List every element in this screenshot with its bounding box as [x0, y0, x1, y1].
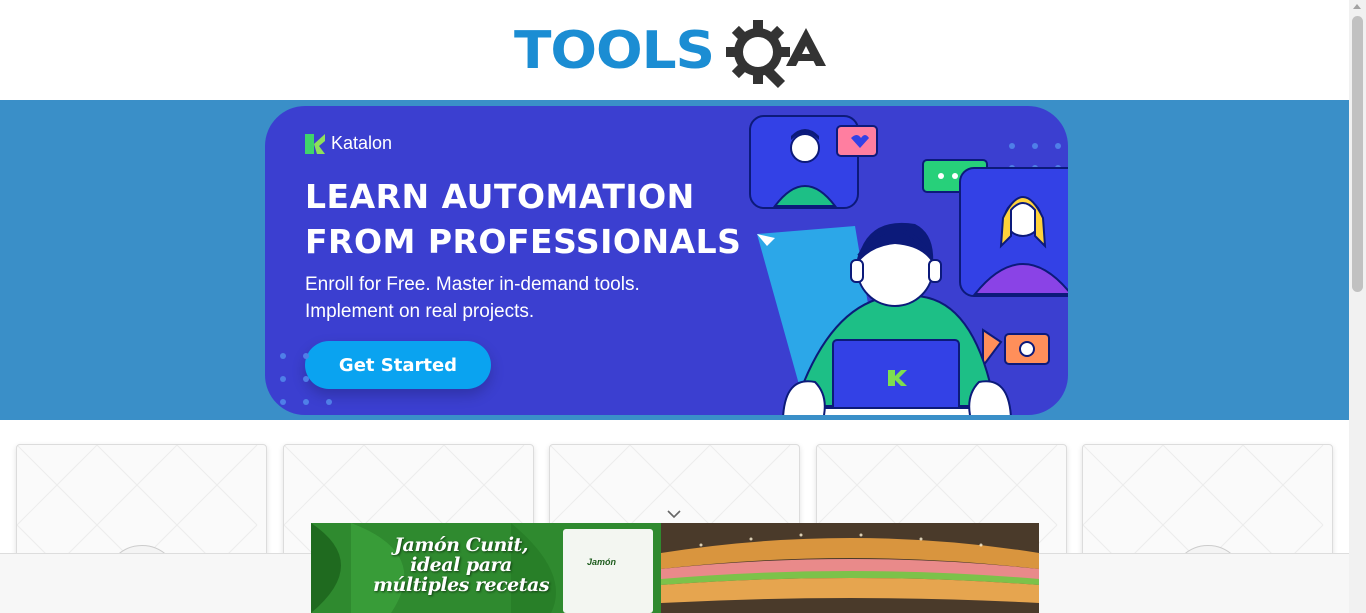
site-header: TOOLS — [0, 0, 1349, 100]
chevron-down-icon[interactable] — [666, 508, 682, 520]
katalon-brand-name: Katalon — [331, 133, 393, 153]
toolsqa-logo: TOOLS — [514, 20, 826, 89]
subtitle-line-1: Enroll for Free. Master in-demand tools. — [305, 274, 640, 295]
banner-illustration — [749, 115, 1068, 415]
page: TOOLS Katalon LEARN AUTOMATION FROM PROF… — [0, 0, 1366, 613]
ad-product-pack — [563, 529, 653, 613]
banner-subtitle: Enroll for Free. Master in-demand tools.… — [305, 271, 640, 325]
ad-line-3: múltiples recetas — [372, 574, 550, 596]
subtitle-line-2: Implement on real projects. — [305, 301, 535, 322]
katalon-banner[interactable]: Katalon LEARN AUTOMATION FROM PROFESSION… — [265, 106, 1068, 415]
gear-magnifier-icon — [726, 20, 790, 89]
ad-pack-label: Jamón — [587, 557, 617, 567]
ad-line-2: ideal para — [410, 554, 512, 576]
headline-line-1: LEARN AUTOMATION — [305, 177, 695, 216]
katalon-logo-icon — [305, 133, 325, 154]
banner-headline: LEARN AUTOMATION FROM PROFESSIONALS — [305, 174, 741, 264]
decorative-dots-left — [280, 353, 332, 405]
ad-banner[interactable]: Jamón Cunit, ideal para múltiples receta… — [311, 523, 1039, 613]
headline-line-2: FROM PROFESSIONALS — [305, 222, 742, 261]
scroll-up-arrow-icon[interactable] — [1353, 4, 1361, 9]
promo-band: Katalon LEARN AUTOMATION FROM PROFESSION… — [0, 100, 1349, 420]
ad-sandwich-image — [661, 523, 1039, 613]
katalon-brand: Katalon — [305, 133, 392, 154]
scroll-thumb[interactable] — [1352, 16, 1363, 292]
vertical-scrollbar[interactable] — [1349, 0, 1366, 613]
svg-text:TOOLS: TOOLS — [514, 21, 714, 81]
ad-line-1: Jamón Cunit, — [394, 534, 528, 556]
ad-headline: Jamón Cunit, ideal para múltiples receta… — [371, 535, 551, 595]
